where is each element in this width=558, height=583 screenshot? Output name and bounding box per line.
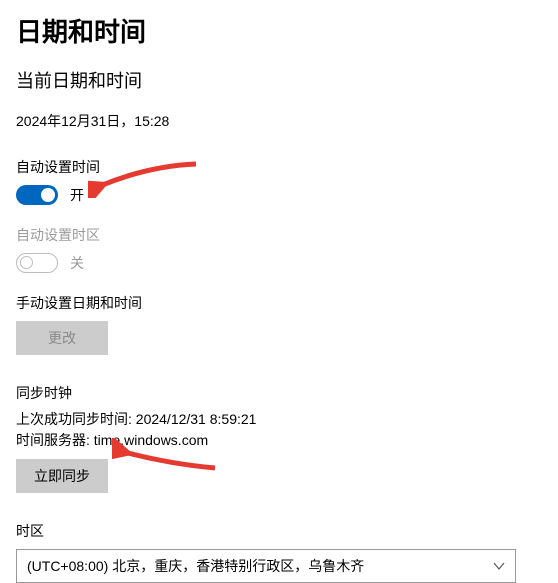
- timezone-select[interactable]: (UTC+08:00) 北京，重庆，香港特别行政区，乌鲁木齐: [16, 549, 516, 583]
- auto-time-label: 自动设置时间: [16, 157, 542, 177]
- auto-timezone-label: 自动设置时区: [16, 225, 542, 245]
- page-title: 日期和时间: [16, 12, 542, 49]
- auto-time-toggle-state: 开: [70, 185, 84, 205]
- current-datetime-value: 2024年12月31日，15:28: [16, 111, 542, 131]
- sync-server: 时间服务器: time.windows.com: [16, 430, 542, 451]
- timezone-label: 时区: [16, 521, 542, 541]
- auto-time-toggle[interactable]: [16, 185, 58, 205]
- change-button: 更改: [16, 321, 108, 355]
- sync-heading: 同步时钟: [16, 383, 542, 403]
- auto-timezone-toggle: [16, 253, 58, 273]
- auto-timezone-toggle-state: 关: [70, 253, 84, 273]
- sync-now-button[interactable]: 立即同步: [16, 459, 108, 493]
- chevron-down-icon: [493, 560, 505, 572]
- current-datetime-heading: 当前日期和时间: [16, 67, 542, 93]
- timezone-selected-value: (UTC+08:00) 北京，重庆，香港特别行政区，乌鲁木齐: [27, 556, 364, 576]
- manual-set-label: 手动设置日期和时间: [16, 293, 542, 313]
- sync-last-time: 上次成功同步时间: 2024/12/31 8:59:21: [16, 409, 542, 430]
